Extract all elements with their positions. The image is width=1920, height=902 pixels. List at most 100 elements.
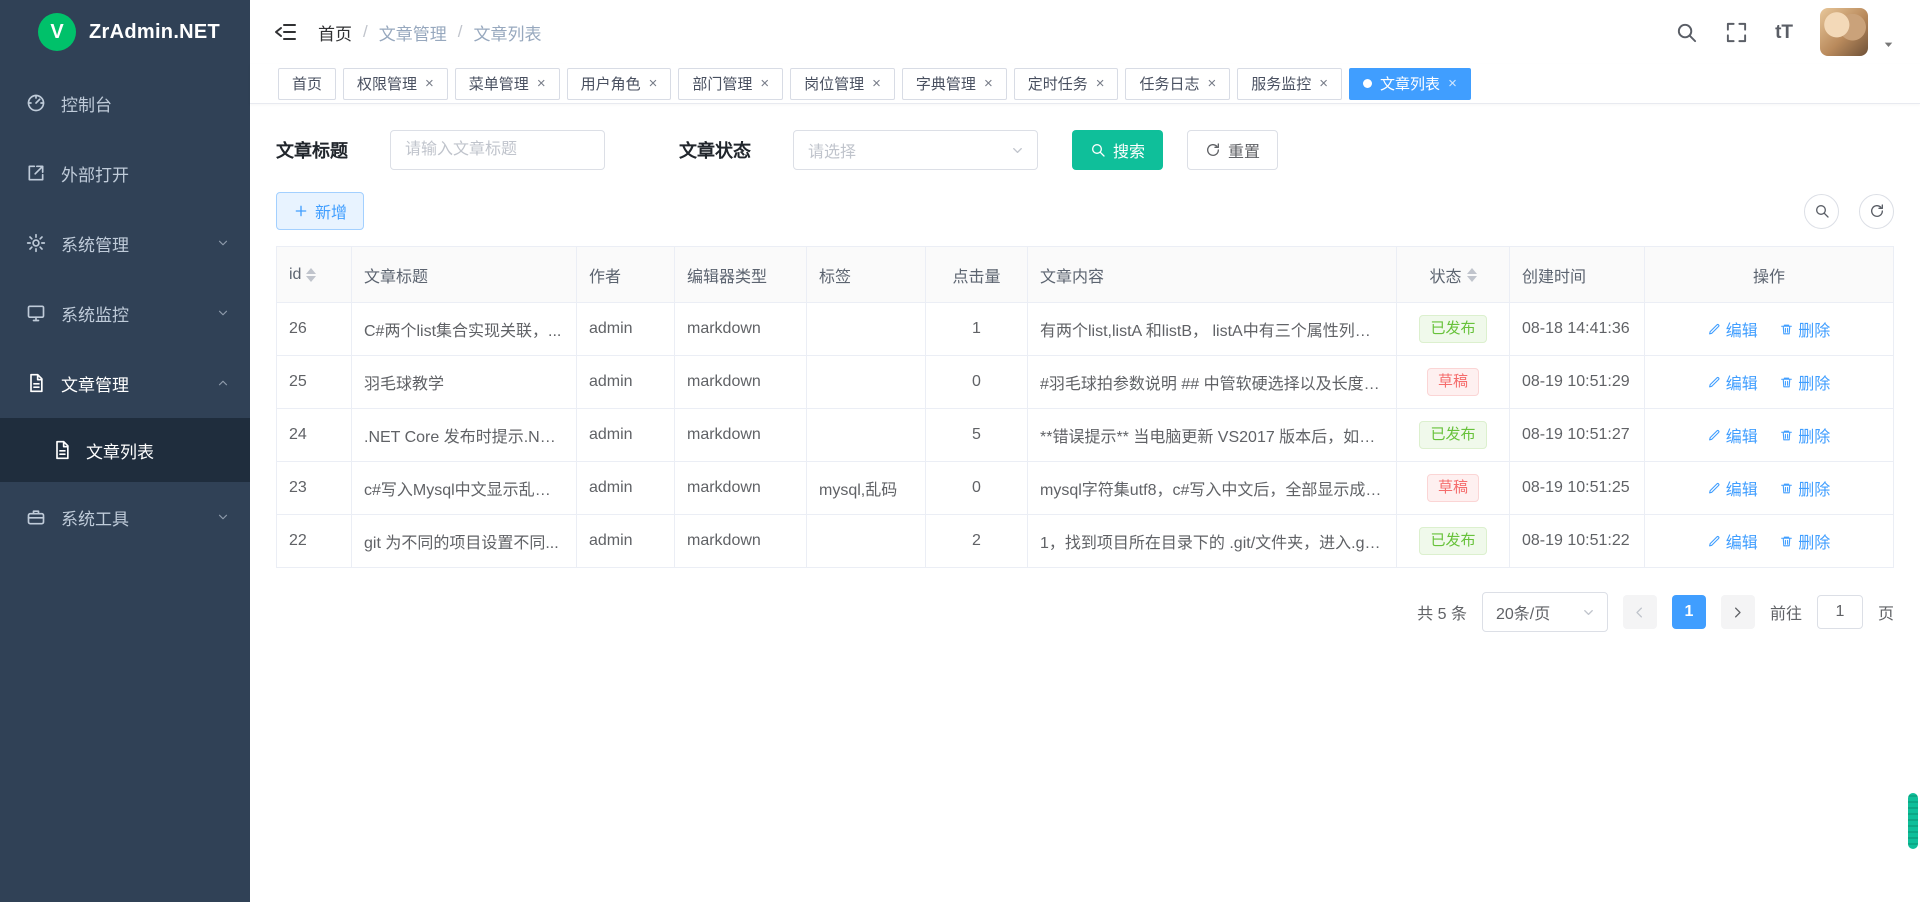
refresh-button[interactable]: [1859, 194, 1894, 229]
scrollbar-thumb[interactable]: [1908, 793, 1918, 849]
app-title: ZrAdmin.NET: [89, 21, 220, 44]
search-button[interactable]: 搜索: [1072, 130, 1163, 170]
tab-close-icon[interactable]: ×: [1096, 76, 1105, 91]
sidebar-item-external-open[interactable]: 外部打开: [0, 138, 250, 208]
table-row: 22 git 为不同的项目设置不同... admin markdown 2 1，…: [277, 515, 1894, 568]
cell-hits: 1: [926, 303, 1028, 356]
goto-unit-label: 页: [1878, 600, 1894, 624]
cell-actions: 编辑 删除: [1645, 462, 1894, 515]
toggle-search-button[interactable]: [1804, 194, 1839, 229]
edit-button[interactable]: 编辑: [1708, 370, 1758, 394]
user-avatar[interactable]: [1820, 8, 1868, 56]
total-count: 共 5 条: [1417, 600, 1467, 624]
sidebar-subitem-article-list[interactable]: 文章列表: [0, 418, 250, 482]
cell-author: admin: [577, 462, 675, 515]
article-status-label: 文章状态: [679, 137, 751, 163]
goto-page-input[interactable]: [1817, 595, 1863, 629]
cell-created: 08-19 10:51:29: [1510, 356, 1645, 409]
breadcrumb-separator: /: [363, 22, 368, 42]
sidebar-item-label: 系统工具: [61, 505, 201, 530]
reset-button[interactable]: 重置: [1187, 130, 1278, 170]
column-header-id[interactable]: id: [277, 247, 352, 303]
delete-button[interactable]: 删除: [1780, 317, 1830, 341]
cell-tags: [807, 515, 926, 568]
select-placeholder: 请选择: [808, 138, 856, 162]
column-header-status[interactable]: 状态: [1397, 247, 1510, 303]
next-page-button[interactable]: [1721, 595, 1755, 629]
sort-icon[interactable]: [306, 268, 316, 282]
article-status-select[interactable]: 请选择: [793, 130, 1038, 170]
tab-close-icon[interactable]: ×: [649, 76, 658, 91]
article-title-input[interactable]: [390, 130, 605, 170]
chevron-right-icon: [1730, 605, 1745, 620]
tab-item[interactable]: 任务日志 ×: [1125, 68, 1230, 100]
tab-item[interactable]: 用户角色 ×: [567, 68, 672, 100]
tab-item[interactable]: 首页: [278, 68, 336, 100]
tab-item[interactable]: 岗位管理 ×: [790, 68, 895, 100]
tab-item[interactable]: 定时任务 ×: [1014, 68, 1119, 100]
fullscreen-icon[interactable]: [1725, 21, 1748, 44]
delete-button[interactable]: 删除: [1780, 423, 1830, 447]
sidebar-item-label: 文章管理: [61, 371, 201, 396]
cell-hits: 2: [926, 515, 1028, 568]
edit-button[interactable]: 编辑: [1708, 317, 1758, 341]
status-badge: 草稿: [1427, 368, 1479, 396]
tab-close-icon[interactable]: ×: [1319, 76, 1328, 91]
tab-item[interactable]: 部门管理 ×: [678, 68, 783, 100]
reset-button-label: 重置: [1228, 138, 1260, 162]
tab-close-icon[interactable]: ×: [537, 76, 546, 91]
tab-close-icon[interactable]: ×: [425, 76, 434, 91]
status-badge: 草稿: [1427, 474, 1479, 502]
cell-tags: [807, 356, 926, 409]
cell-status: 草稿: [1397, 462, 1510, 515]
tab-item[interactable]: 服务监控 ×: [1237, 68, 1342, 100]
add-button[interactable]: 新增: [276, 192, 364, 230]
page-size-value: 20条/页: [1496, 600, 1550, 624]
tab-item[interactable]: 文章列表 ×: [1349, 68, 1471, 100]
edit-button-label: 编辑: [1726, 370, 1758, 394]
trash-icon: [1780, 429, 1793, 442]
column-header-editor: 编辑器类型: [675, 247, 807, 303]
sidebar-item-article-management[interactable]: 文章管理: [0, 348, 250, 418]
delete-button-label: 删除: [1798, 317, 1830, 341]
tab-close-icon[interactable]: ×: [760, 76, 769, 91]
table-row: 23 c#写入Mysql中文显示乱码 ... admin markdown my…: [277, 462, 1894, 515]
delete-button[interactable]: 删除: [1780, 370, 1830, 394]
delete-button[interactable]: 删除: [1780, 529, 1830, 553]
tab-item[interactable]: 字典管理 ×: [902, 68, 1007, 100]
sort-icon[interactable]: [1467, 268, 1477, 282]
menu-fold-icon[interactable]: [274, 20, 298, 44]
edit-button[interactable]: 编辑: [1708, 476, 1758, 500]
sidebar: V ZrAdmin.NET 控制台 外部打开 系统管理 系统监控: [0, 0, 250, 902]
page-size-select[interactable]: 20条/页: [1482, 592, 1608, 632]
edit-button[interactable]: 编辑: [1708, 529, 1758, 553]
tab-close-icon[interactable]: ×: [984, 76, 993, 91]
edit-button[interactable]: 编辑: [1708, 423, 1758, 447]
sidebar-item-dashboard[interactable]: 控制台: [0, 68, 250, 138]
font-size-icon[interactable]: tT: [1775, 23, 1793, 42]
sidebar-item-system-monitor[interactable]: 系统监控: [0, 278, 250, 348]
chevron-down-icon: [1581, 605, 1596, 620]
sidebar-item-label: 系统监控: [61, 301, 201, 326]
column-header-created: 创建时间: [1510, 247, 1645, 303]
sidebar-item-system-tools[interactable]: 系统工具: [0, 482, 250, 552]
tab-item[interactable]: 权限管理 ×: [343, 68, 448, 100]
search-icon[interactable]: [1675, 21, 1698, 44]
breadcrumb-home[interactable]: 首页: [318, 20, 352, 45]
caret-down-icon[interactable]: [1881, 37, 1896, 52]
sidebar-menu: 控制台 外部打开 系统管理 系统监控 文章管理: [0, 64, 250, 902]
goto-label: 前往: [1770, 600, 1802, 624]
sidebar-item-system-management[interactable]: 系统管理: [0, 208, 250, 278]
search-button-label: 搜索: [1113, 138, 1145, 162]
app-logo[interactable]: V ZrAdmin.NET: [0, 0, 250, 64]
tab-close-icon[interactable]: ×: [1448, 76, 1457, 91]
breadcrumb-separator: /: [458, 22, 463, 42]
tab-close-icon[interactable]: ×: [1208, 76, 1217, 91]
prev-page-button[interactable]: [1623, 595, 1657, 629]
tab-close-icon[interactable]: ×: [872, 76, 881, 91]
chevron-down-icon: [1010, 143, 1025, 158]
page-number-button[interactable]: 1: [1672, 595, 1706, 629]
tab-item[interactable]: 菜单管理 ×: [455, 68, 560, 100]
delete-button[interactable]: 删除: [1780, 476, 1830, 500]
toolbox-icon: [26, 507, 46, 527]
